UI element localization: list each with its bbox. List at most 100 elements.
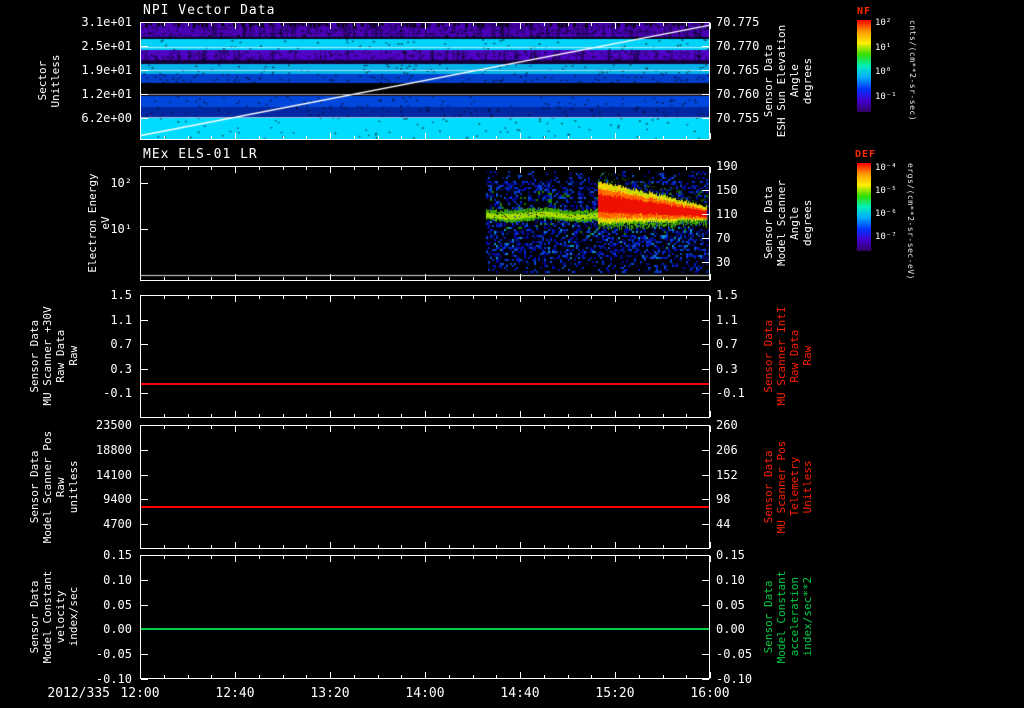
x-axis-tick-mark: [353, 296, 355, 299]
x-axis-tick-mark: [330, 167, 331, 173]
x-axis-tick-mark: [211, 545, 213, 548]
y-axis-tick-mark: [141, 344, 148, 346]
x-axis-tick-mark: [140, 542, 141, 548]
x-axis-tick-mark: [235, 426, 236, 432]
x-axis-tick-mark: [662, 545, 664, 548]
x-axis-tick-mark: [615, 411, 616, 417]
y-axis-tick-label: 14100: [95, 467, 132, 482]
x-axis-tick-mark: [567, 414, 569, 417]
y-axis-tick-mark: [702, 214, 709, 216]
right-axis-tick-label: 0.00: [716, 622, 745, 637]
x-axis-tick-mark: [591, 296, 593, 299]
x-axis-tick-mark: [496, 556, 498, 559]
y-axis-tick-label: 0.10: [103, 572, 132, 587]
x-axis-tick-mark: [306, 136, 308, 139]
y-axis-tick-mark: [141, 425, 148, 426]
x-axis-tick-mark: [638, 556, 640, 559]
x-axis-tick-mark: [330, 133, 331, 139]
x-axis-tick-mark: [140, 296, 141, 302]
x-axis-tick-mark: [567, 167, 569, 170]
x-axis-tick-mark: [686, 545, 688, 548]
x-axis-tick-mark: [235, 23, 236, 29]
y-axis-tick-mark: [702, 295, 709, 296]
x-axis-tick-mark: [401, 545, 403, 548]
x-axis-tick-mark: [330, 274, 331, 280]
x-axis-tick-mark: [353, 426, 355, 429]
x-axis-tick-mark: [353, 23, 355, 26]
x-axis-tick-mark: [591, 414, 593, 417]
x-axis-tick-mark: [520, 672, 521, 678]
x-axis-tick-mark: [258, 136, 260, 139]
x-axis-tick-mark: [615, 556, 616, 562]
x-axis-tick-mark: [163, 277, 165, 280]
x-axis-tick-mark: [662, 675, 664, 678]
x-axis-tick-mark: [710, 167, 711, 173]
y-axis-tick-mark: [702, 579, 709, 581]
x-axis-tick-mark: [377, 545, 379, 548]
x-axis-tick-mark: [472, 136, 474, 139]
x-axis-tick-mark: [496, 426, 498, 429]
x-axis-tick-mark: [235, 672, 236, 678]
def-colorbar: [857, 163, 871, 251]
x-axis-tick-label: 15:20: [595, 686, 635, 701]
right-axis-tick-label: 206: [716, 442, 738, 457]
right-axis-tick-label: 0.7: [716, 337, 738, 352]
x-axis-tick-mark: [520, 167, 521, 173]
y-axis-tick-mark: [702, 425, 709, 426]
right-axis-tick-label: 70.765: [716, 63, 760, 77]
x-axis-tick-mark: [211, 426, 213, 429]
y-axis-tick-mark: [141, 229, 148, 231]
x-axis-tick-mark: [710, 274, 711, 280]
x-axis-tick-mark: [472, 277, 474, 280]
x-axis-tick-mark: [591, 426, 593, 429]
figure-root: NPI Vector Data MEx ELS-01 LR Sector Uni…: [0, 0, 1024, 708]
x-axis-tick-mark: [377, 23, 379, 26]
right-axis-tick-label: 150: [716, 183, 738, 198]
x-axis-tick-mark: [401, 23, 403, 26]
x-axis-tick-mark: [520, 296, 521, 302]
x-axis-tick-mark: [710, 556, 711, 562]
x-axis-tick-mark: [472, 556, 474, 559]
x-axis-tick-mark: [235, 274, 236, 280]
x-axis-tick-mark: [425, 274, 426, 280]
x-axis-tick-mark: [187, 136, 189, 139]
x-axis-tick-mark: [258, 426, 260, 429]
x-axis-tick-mark: [377, 296, 379, 299]
x-axis-tick-mark: [472, 426, 474, 429]
right-axis-tick-label: 70.775: [716, 15, 760, 29]
x-axis-tick-mark: [543, 675, 545, 678]
y-axis-tick-mark: [141, 183, 148, 185]
x-axis-tick-mark: [567, 545, 569, 548]
y-axis-tick-label: 10¹: [110, 222, 132, 237]
x-axis-tick-mark: [425, 672, 426, 678]
data-line-mu30v: [141, 383, 709, 386]
y-axis-tick-mark: [702, 319, 709, 321]
x-axis-tick-mark: [306, 167, 308, 170]
x-axis-tick-mark: [710, 133, 711, 139]
x-axis-tick-mark: [211, 23, 213, 26]
y-axis-tick-label: 1.9e+01: [81, 63, 132, 77]
y-axis-tick-label: 6.2e+00: [81, 111, 132, 125]
right-axis-tick-label: 1.5: [716, 288, 738, 302]
right-axis-tick-label: -0.1: [716, 386, 745, 401]
y-axis-tick-mark: [702, 368, 709, 370]
x-axis-tick-mark: [520, 274, 521, 280]
x-axis-tick-mark: [163, 426, 165, 429]
y-axis-tick-mark: [141, 70, 148, 71]
right-axis-tick-label: 0.3: [716, 361, 738, 376]
x-axis-tick-mark: [282, 426, 284, 429]
x-axis-tick-label: 14:40: [500, 686, 540, 701]
x-axis-tick-mark: [520, 23, 521, 29]
x-axis-tick-mark: [140, 426, 141, 432]
x-axis-tick-mark: [710, 23, 711, 29]
x-axis-tick-label: 12:00: [120, 686, 160, 701]
y-axis-tick-label: -0.05: [95, 647, 132, 662]
x-axis-tick-mark: [187, 277, 189, 280]
x-axis-tick-mark: [591, 167, 593, 170]
model-scanner-pos-panel: [140, 425, 710, 549]
x-axis-tick-mark: [686, 556, 688, 559]
x-axis-tick-mark: [448, 23, 450, 26]
x-axis-tick-mark: [710, 426, 711, 432]
x-axis-tick-label: 13:20: [310, 686, 350, 701]
x-axis-tick-mark: [401, 426, 403, 429]
